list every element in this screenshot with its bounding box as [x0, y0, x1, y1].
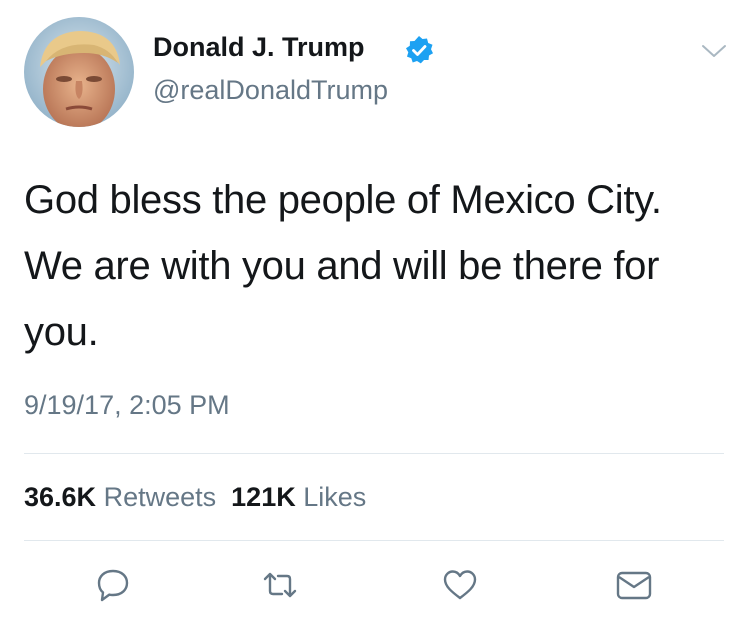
avatar[interactable] — [24, 17, 134, 127]
tweet-actions — [0, 560, 750, 610]
retweet-icon[interactable] — [260, 565, 300, 605]
divider — [24, 540, 724, 541]
likes-stat[interactable]: 121K Likes — [231, 482, 366, 512]
retweets-label: Retweets — [103, 482, 217, 512]
tweet-timestamp[interactable]: 9/19/17, 2:05 PM — [24, 388, 230, 422]
display-name[interactable]: Donald J. Trump — [153, 30, 365, 64]
divider — [24, 453, 724, 454]
likes-label: Likes — [303, 482, 367, 512]
direct-message-icon[interactable] — [614, 565, 654, 605]
author-handle[interactable]: @realDonaldTrump — [153, 73, 388, 107]
tweet-text: God bless the people of Mexico City. We … — [24, 178, 662, 354]
verified-badge-icon — [404, 35, 434, 65]
chevron-down-icon[interactable] — [700, 40, 728, 62]
reply-icon[interactable] — [93, 565, 133, 605]
like-icon[interactable] — [440, 565, 480, 605]
tweet-card: Donald J. Trump @realDonaldTrump God ble… — [0, 0, 750, 625]
tweet-stats: 36.6K Retweets 121K Likes — [24, 480, 366, 514]
avatar-image — [24, 17, 134, 127]
retweets-count: 36.6K — [24, 482, 97, 512]
retweets-stat[interactable]: 36.6K Retweets — [24, 482, 216, 512]
likes-count: 121K — [231, 482, 296, 512]
